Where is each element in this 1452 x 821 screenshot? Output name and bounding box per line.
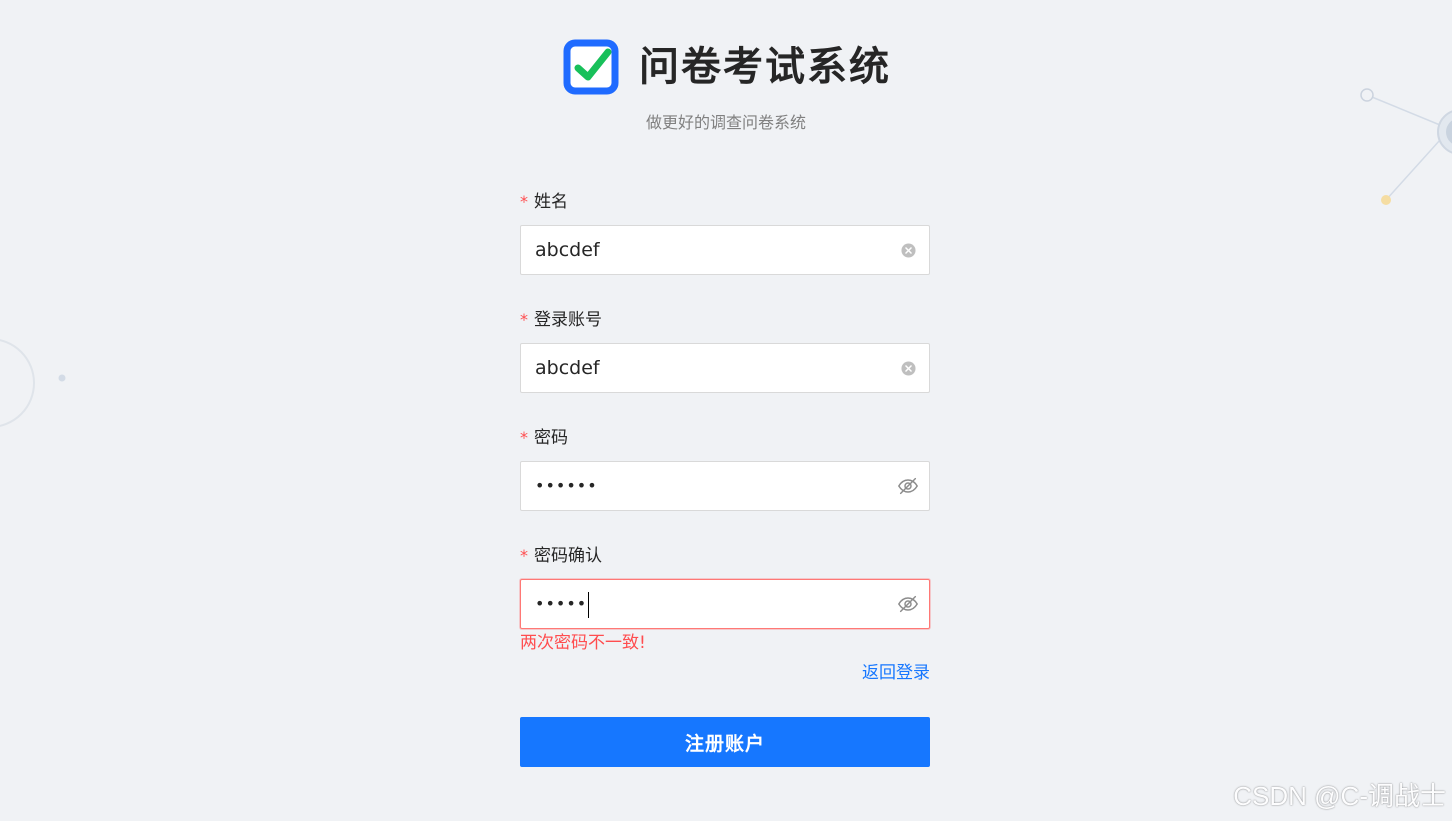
clear-circle-icon[interactable] xyxy=(887,226,929,274)
app-subtitle: 做更好的调查问卷系统 xyxy=(645,113,806,132)
field-confirm-password: * 密码确认 ••••• xyxy=(520,542,930,629)
checkbox-logo-icon xyxy=(563,39,619,95)
field-label: * 密码 xyxy=(520,424,930,452)
field-account: * 登录账号 abcdef xyxy=(520,306,930,393)
password-input-value[interactable]: •••••• xyxy=(521,462,887,510)
confirm-password-input[interactable]: ••••• xyxy=(520,579,930,629)
register-button[interactable]: 注册账户 xyxy=(520,717,930,767)
back-to-login-link[interactable]: 返回登录 xyxy=(862,661,930,685)
required-mark: * xyxy=(520,310,528,329)
text-caret xyxy=(588,591,590,618)
field-label: * 密码确认 xyxy=(520,542,930,570)
name-input-value[interactable]: abcdef xyxy=(521,226,887,274)
account-input[interactable]: abcdef xyxy=(520,343,930,393)
password-mismatch-error: 两次密码不一致! xyxy=(520,633,646,653)
logo-row: 问卷考试系统 xyxy=(563,38,891,96)
required-mark: * xyxy=(520,192,528,211)
network-node-decoration-right xyxy=(1360,88,1452,205)
field-name: * 姓名 abcdef xyxy=(520,188,930,275)
password-input[interactable]: •••••• xyxy=(520,461,930,511)
field-label-text: 姓名 xyxy=(534,192,568,212)
eye-invisible-icon[interactable] xyxy=(887,462,929,510)
app-title: 问卷考试系统 xyxy=(639,44,891,90)
watermark: CSDN @C-调战士 xyxy=(1233,781,1446,811)
confirm-password-dots: ••••• xyxy=(535,594,588,613)
required-mark: * xyxy=(520,546,528,565)
account-input-value[interactable]: abcdef xyxy=(521,344,887,392)
eye-invisible-icon[interactable] xyxy=(887,580,929,628)
field-password: * 密码 •••••• xyxy=(520,424,930,511)
clear-circle-icon[interactable] xyxy=(887,344,929,392)
field-label-text: 密码 xyxy=(534,428,568,448)
required-mark: * xyxy=(520,428,528,447)
circle-decoration-left xyxy=(0,339,66,427)
field-label-text: 密码确认 xyxy=(534,546,602,566)
field-label-text: 登录账号 xyxy=(534,310,602,330)
confirm-password-input-value[interactable]: ••••• xyxy=(521,580,887,628)
name-input[interactable]: abcdef xyxy=(520,225,930,275)
field-label: * 姓名 xyxy=(520,188,930,216)
field-label: * 登录账号 xyxy=(520,306,930,334)
